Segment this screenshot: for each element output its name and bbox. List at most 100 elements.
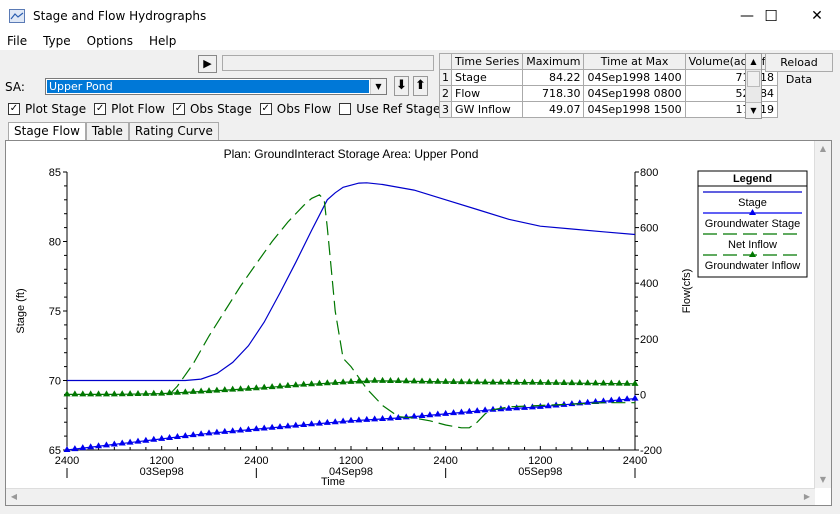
- data-point-marker: [300, 380, 308, 387]
- next-area-button[interactable]: ⬇: [394, 76, 409, 96]
- data-point-marker: [229, 385, 237, 392]
- data-point-marker: [276, 382, 284, 389]
- maximize-button[interactable]: ☐: [748, 0, 794, 32]
- data-point-marker: [481, 406, 489, 413]
- scroll-up-icon[interactable]: ▲: [815, 141, 831, 157]
- data-point-marker: [394, 377, 402, 384]
- storage-area-select[interactable]: Upper Pond ▼: [45, 78, 387, 95]
- data-point-marker: [284, 381, 292, 388]
- scroll-right-icon[interactable]: ▶: [799, 489, 815, 505]
- checkbox-use-ref-stage[interactable]: Use Ref Stage: [339, 102, 440, 116]
- x-tick-label: 2400: [623, 455, 647, 467]
- data-point-marker: [244, 425, 252, 432]
- data-point-marker: [442, 377, 450, 384]
- data-point-marker: [544, 378, 552, 385]
- progress-bar: [222, 55, 434, 71]
- data-point-marker: [150, 435, 158, 442]
- scroll-up-icon[interactable]: ▲: [746, 54, 761, 70]
- menu-file[interactable]: File: [0, 32, 35, 50]
- series-line-net-inflow: [169, 194, 635, 429]
- data-point-marker: [434, 410, 442, 417]
- checkbox-obs-flow[interactable]: ✓ Obs Flow: [259, 102, 332, 116]
- data-point-marker: [315, 379, 323, 386]
- checkbox-label: Obs Stage: [189, 102, 252, 116]
- data-point-marker: [623, 379, 631, 386]
- data-point-marker: [71, 445, 79, 452]
- checkbox-plot-flow[interactable]: ✓ Plot Flow: [94, 102, 165, 116]
- scroll-thumb[interactable]: [747, 71, 760, 87]
- column-header: Time at Max: [583, 53, 686, 70]
- data-point-marker: [347, 377, 355, 384]
- data-point-marker: [166, 433, 174, 440]
- check-icon[interactable]: ✓: [259, 103, 272, 115]
- data-point-marker: [363, 415, 371, 422]
- checkbox-plot-stage[interactable]: ✓ Plot Stage: [8, 102, 86, 116]
- play-button[interactable]: ▶: [198, 55, 217, 73]
- data-point-marker: [371, 376, 379, 383]
- data-point-marker: [402, 377, 410, 384]
- y2-tick-label: 600: [640, 223, 658, 235]
- tab-stage-flow[interactable]: Stage Flow: [8, 122, 86, 141]
- checkbox-empty[interactable]: [339, 103, 352, 115]
- cell-time-at-max: 04Sep1998 0800: [583, 85, 686, 102]
- data-point-marker: [599, 379, 607, 386]
- menu-options[interactable]: Options: [79, 32, 141, 50]
- series-line-stage: [67, 182, 636, 382]
- checkbox-obs-stage[interactable]: ✓ Obs Stage: [172, 102, 252, 116]
- cell-maximum: 718.30: [522, 85, 585, 102]
- close-button[interactable]: ✕: [794, 0, 840, 32]
- checkbox-label: Obs Flow: [276, 102, 332, 116]
- scroll-left-icon[interactable]: ◀: [6, 489, 22, 505]
- column-header: Maximum: [522, 53, 585, 70]
- data-point-marker: [102, 441, 110, 448]
- table-scrollbar[interactable]: ▲ ▼: [745, 53, 762, 119]
- table-row[interactable]: 2 Flow 718.30 04Sep1998 0800 526.84: [439, 85, 778, 102]
- menu-type[interactable]: Type: [35, 32, 79, 50]
- scroll-down-icon[interactable]: ▼: [815, 472, 831, 488]
- table-row[interactable]: 3 GW Inflow 49.07 04Sep1998 1500 170.19: [439, 101, 778, 118]
- column-header: [439, 53, 452, 70]
- data-point-marker: [308, 420, 316, 427]
- check-icon[interactable]: ✓: [94, 103, 107, 115]
- data-point-marker: [205, 429, 213, 436]
- data-point-marker: [339, 378, 347, 385]
- data-point-marker: [363, 377, 371, 384]
- data-point-marker: [189, 387, 197, 394]
- cell-series: Flow: [450, 85, 524, 102]
- x-date-label: 05Sep98: [518, 466, 562, 478]
- data-point-marker: [560, 400, 568, 407]
- horizontal-scrollbar[interactable]: ◀ ▶: [6, 488, 815, 505]
- data-point-marker: [323, 379, 331, 386]
- menu-help[interactable]: Help: [141, 32, 184, 50]
- data-point-marker: [142, 389, 150, 396]
- data-point-marker: [173, 388, 181, 395]
- y-tick-label: 75: [49, 306, 61, 318]
- check-icon[interactable]: ✓: [8, 103, 20, 115]
- table-row[interactable]: 1 Stage 84.22 04Sep1998 1400 711.18: [439, 69, 778, 86]
- reload-data-button[interactable]: Reload Data: [765, 53, 833, 86]
- tab-rating-curve[interactable]: Rating Curve: [128, 122, 219, 140]
- y2-tick-label: 400: [640, 278, 658, 290]
- data-point-marker: [544, 402, 552, 409]
- data-point-marker: [79, 390, 87, 397]
- cell-time-at-max: 04Sep1998 1400: [583, 69, 686, 86]
- data-point-marker: [607, 396, 615, 403]
- data-point-marker: [95, 390, 103, 397]
- vertical-scrollbar[interactable]: ▲ ▼: [814, 141, 831, 488]
- data-point-marker: [386, 376, 394, 383]
- data-point-marker: [292, 381, 300, 388]
- chevron-down-icon[interactable]: ▼: [370, 79, 386, 94]
- table-header-row: Time Series Maximum Time at Max Volume(a…: [439, 53, 778, 70]
- data-point-marker: [237, 426, 245, 433]
- stats-table: Time Series Maximum Time at Max Volume(a…: [439, 53, 778, 118]
- view-tabs: Stage Flow Table Rating Curve: [8, 122, 219, 141]
- tab-table[interactable]: Table: [85, 122, 129, 140]
- data-point-marker: [513, 378, 521, 385]
- cell-time-at-max: 04Sep1998 1500: [583, 101, 686, 118]
- check-icon[interactable]: ✓: [172, 103, 185, 115]
- data-point-marker: [607, 379, 615, 386]
- scroll-down-icon[interactable]: ▼: [746, 102, 761, 118]
- data-point-marker: [457, 378, 465, 385]
- previous-area-button[interactable]: ⬆: [413, 76, 428, 96]
- data-point-marker: [331, 418, 339, 425]
